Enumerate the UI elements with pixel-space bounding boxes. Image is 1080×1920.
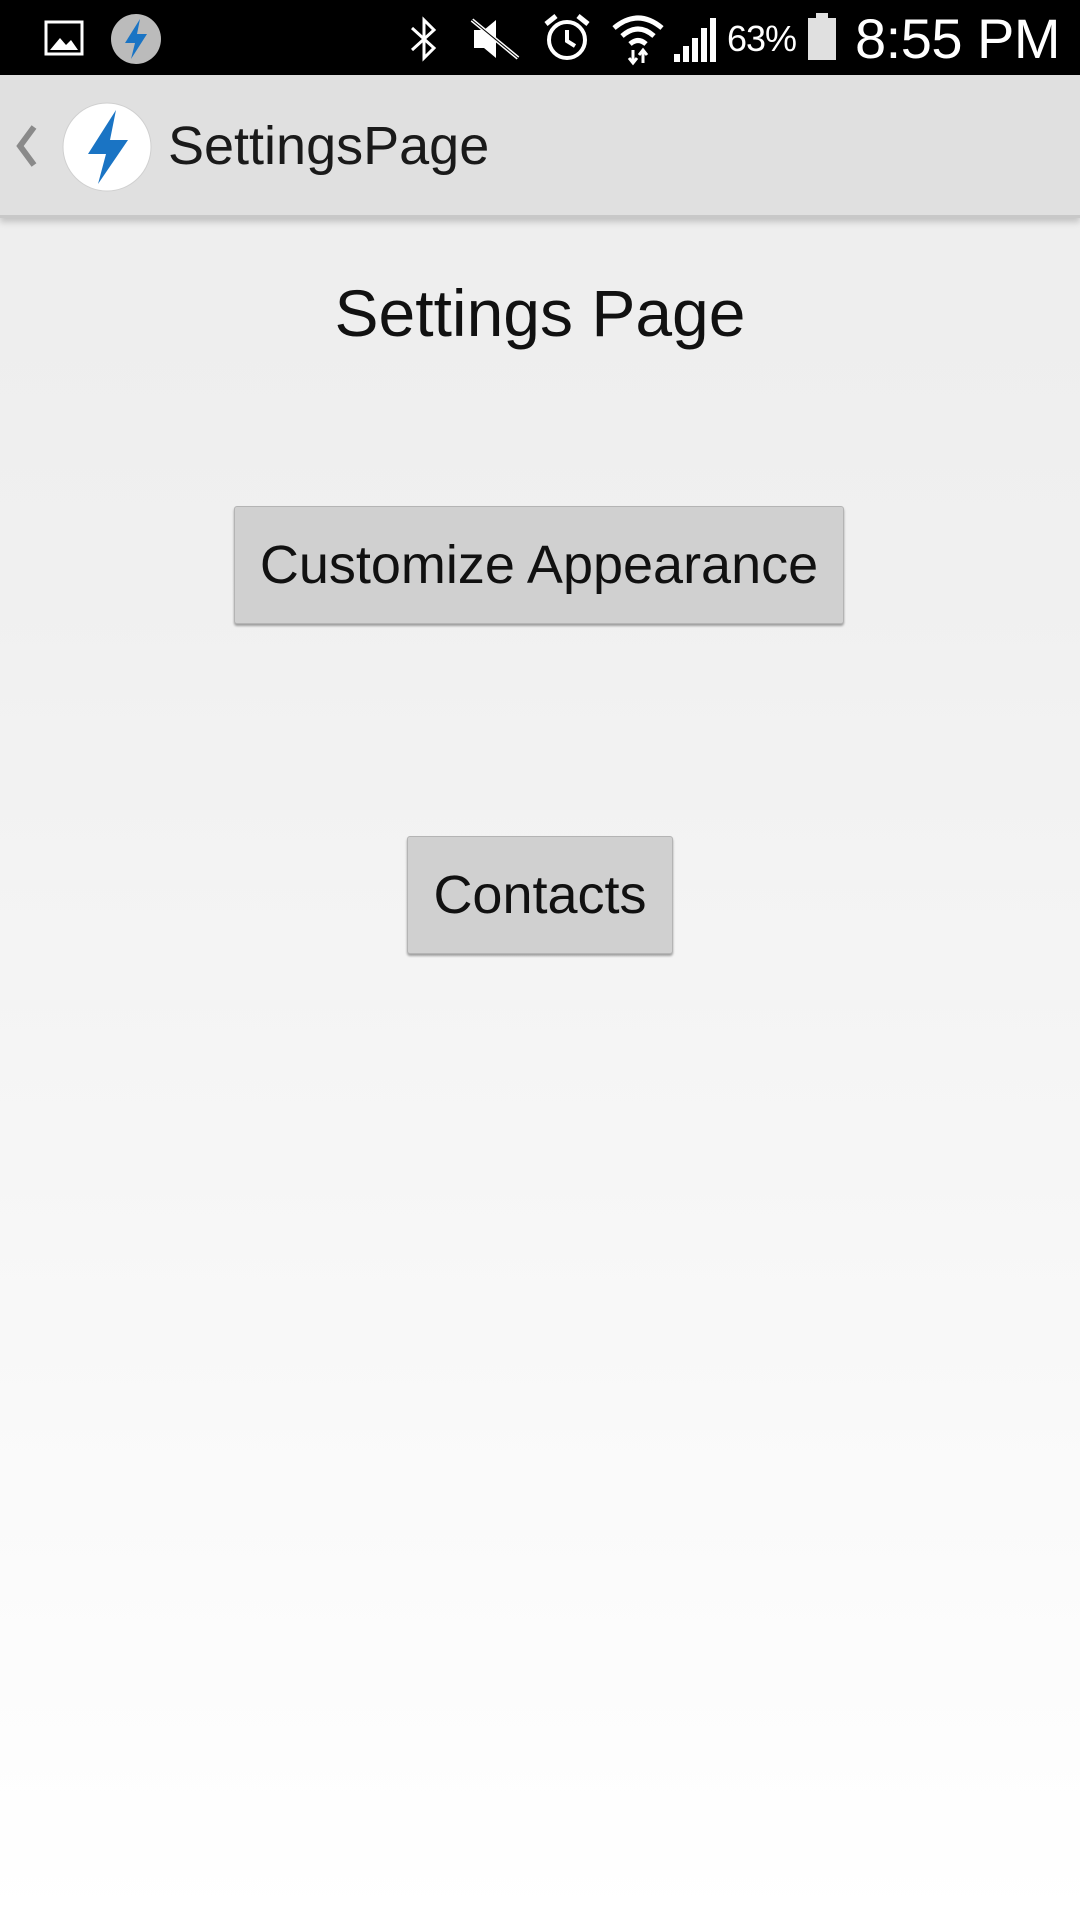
signal-icon — [674, 18, 716, 62]
app-logo-icon[interactable] — [62, 102, 152, 192]
alarm-icon — [544, 14, 590, 60]
mute-icon — [470, 18, 520, 60]
action-bar-title: SettingsPage — [168, 116, 490, 176]
back-chevron-icon[interactable] — [8, 119, 42, 173]
gallery-icon — [44, 20, 84, 56]
action-bar: SettingsPage — [0, 75, 1080, 218]
wifi-icon — [612, 15, 664, 66]
battery-icon — [808, 13, 836, 60]
contacts-button[interactable]: Contacts — [407, 836, 673, 954]
battery-percent: 63% — [727, 18, 797, 59]
customize-appearance-button[interactable]: Customize Appearance — [234, 506, 844, 624]
status-bar: 63% 8:55 PM — [0, 0, 1080, 75]
status-time: 8:55 PM — [855, 7, 1061, 70]
bluetooth-icon — [410, 16, 437, 62]
app-notification-icon — [111, 14, 161, 64]
page-title: Settings Page — [334, 276, 746, 350]
